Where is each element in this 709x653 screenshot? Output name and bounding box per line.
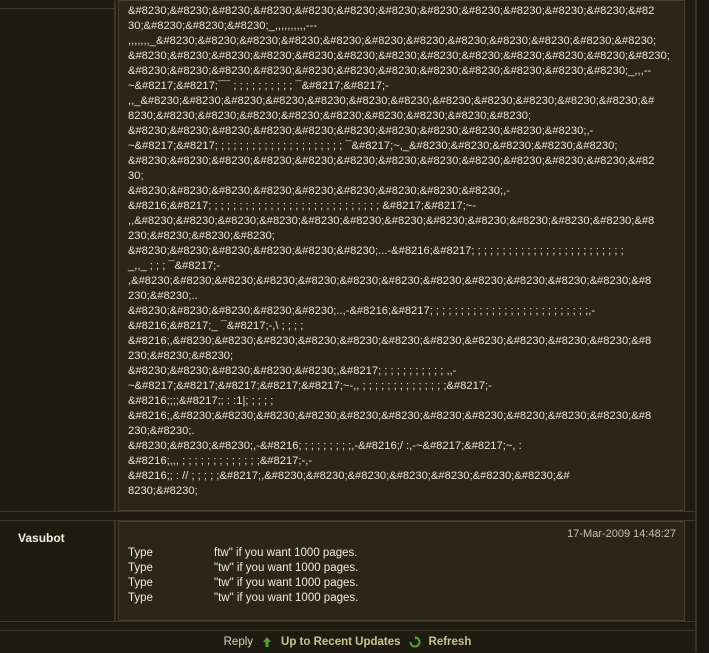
text-line: Type "tw" if you want 1000 pages. <box>128 591 358 606</box>
text-line: ~&#8217;&#8217;&#8217;&#8217;&#8217;~-,,… <box>128 380 492 392</box>
text-line: &#8230;&#8230;&#8230;&#8230;&#8230;,&#82… <box>128 365 457 377</box>
text-line: &#8230;&#8230;&#8230;&#8230;&#8230;&#823… <box>128 155 655 167</box>
text-line: &#8230;&#8230;&#8230;&#8230;&#8230;&#823… <box>128 185 510 197</box>
text-line: 8230;&#8230; <box>128 485 198 497</box>
text-line: 8230;&#8230;&#8230;&#8230;&#8230;&#8230;… <box>128 110 532 122</box>
text-line: ,,,,,,,_&#8230;&#8230;&#8230;&#8230;&#82… <box>128 35 657 47</box>
line-prefix: Type <box>128 592 153 604</box>
recent-updates-link[interactable]: Up to Recent Updates <box>281 636 401 648</box>
text-line: ~&#8217;&#8217; ; ; ; ; ; ; ; ; ; ; ; ; … <box>128 140 618 152</box>
text-line: 230;&#8230;&#8230; <box>128 350 234 362</box>
text-line: &#8230;&#8230;&#8230;,-&#8216; ; ; ; ; ;… <box>128 440 522 452</box>
line-suffix: "tw" if you want 1000 pages. <box>214 577 359 589</box>
text-line: Type "tw" if you want 1000 pages. <box>128 561 358 576</box>
text-line: 230;&#8230;.. <box>128 290 198 302</box>
text-line: &#8216;&#8217; ; ; ; ; ; ; ; ; ; ; ; ; ;… <box>128 200 476 212</box>
forum-post: Vasubot 17-Mar-2009 14:48:27 Type ftw" if… <box>0 520 695 622</box>
text-line: ,,_&#8230;&#8230;&#8230;&#8230;&#8230;&#… <box>128 95 655 107</box>
text-line: &#8230;&#8230;&#8230;&#8230;&#8230;&#823… <box>128 5 655 17</box>
text-line: &#8216;&#8217;_ ¯&#8217;-,\ ; ; ; ; <box>128 320 304 332</box>
text-line: &#8216;,&#8230;&#8230;&#8230;&#8230;&#82… <box>128 410 652 422</box>
up-arrow-icon[interactable] <box>261 636 273 648</box>
text-line: 30; <box>128 170 144 182</box>
post-body: 17-Mar-2009 14:48:27 Type ftw" if you wan… <box>118 521 685 621</box>
refresh-link[interactable]: Refresh <box>429 636 472 648</box>
line-prefix: Type <box>128 547 153 559</box>
text-line: &#8230;&#8230;&#8230;&#8230;&#8230;..,-&… <box>128 305 596 317</box>
text-line: ,&#8230;&#8230;&#8230;&#8230;&#8230;&#82… <box>128 275 652 287</box>
thread-footer: Reply Up to Recent Updates Refresh <box>0 630 695 653</box>
text-line: &#8216;; : // ; ; ; ; ;&#8217;,&#8230;&#… <box>128 470 570 482</box>
text-line: Type ftw" if you want 1000 pages. <box>128 546 358 561</box>
reply-link[interactable]: Reply <box>224 636 253 648</box>
line-prefix: Type <box>128 577 153 589</box>
refresh-icon[interactable] <box>409 636 421 648</box>
post-text: &#8230;&#8230;&#8230;&#8230;&#8230;&#823… <box>119 1 684 499</box>
author-divider <box>0 8 116 9</box>
text-line: &#8230;&#8230;&#8230;&#8230;&#8230;&#823… <box>128 125 594 137</box>
forum-post: &#8230;&#8230;&#8230;&#8230;&#8230;&#823… <box>0 0 695 512</box>
text-line: &#8230;&#8230;&#8230;&#8230;&#8230;&#823… <box>128 50 670 62</box>
line-prefix: Type <box>128 562 153 574</box>
post-text: Type ftw" if you want 1000 pages. Type "tw"… <box>128 546 358 606</box>
text-line: 30;&#8230;&#8230;&#8230;_,,,,,,,,,,--- <box>128 20 318 32</box>
line-suffix: ftw" if you want 1000 pages. <box>214 547 358 559</box>
text-line: ~&#8217;&#8217;¯¯ ; ; ; ; ; ; ; ; ; ; ¯&… <box>128 80 389 92</box>
text-line: &#8216;,&#8230;&#8230;&#8230;&#8230;&#82… <box>128 335 652 347</box>
text-line: 230;&#8230;&#8230;&#8230; <box>128 230 275 242</box>
text-line: _,,_ ; ; ; ¯&#8217;- <box>128 260 221 272</box>
username[interactable]: Vasubot <box>18 531 65 545</box>
author-column <box>0 0 116 511</box>
text-line: &#8230;&#8230;&#8230;&#8230;&#8230;&#823… <box>128 245 624 257</box>
post-body: &#8230;&#8230;&#8230;&#8230;&#8230;&#823… <box>118 0 685 511</box>
text-line: 230;&#8230;. <box>128 425 195 437</box>
text-line: &#8216;,,, ; ; ; ; ; ; ; ; ; ; ; ; ;&#82… <box>128 455 313 467</box>
text-line: &#8230;&#8230;&#8230;&#8230;&#8230;&#823… <box>128 65 652 77</box>
author-column: Vasubot <box>0 521 116 621</box>
text-line: Type "tw" if you want 1000 pages. <box>128 576 358 591</box>
text-line: &#8216;;;;&#8217;; : :1|; ; ; ; ; <box>128 395 274 407</box>
post-timestamp: 17-Mar-2009 14:48:27 <box>567 528 676 540</box>
text-line: ,,&#8230;&#8230;&#8230;&#8230;&#8230;&#8… <box>128 215 655 227</box>
forum-thread: &#8230;&#8230;&#8230;&#8230;&#8230;&#823… <box>0 0 697 652</box>
line-suffix: "tw" if you want 1000 pages. <box>214 562 359 574</box>
line-suffix: "tw" if you want 1000 pages. <box>214 592 359 604</box>
